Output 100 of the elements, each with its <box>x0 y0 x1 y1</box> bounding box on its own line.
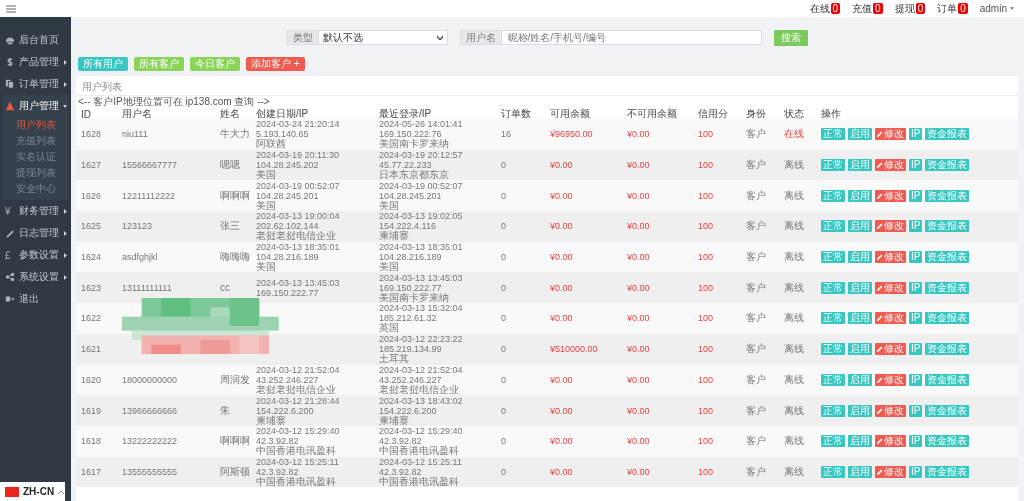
action-button[interactable]: 启用 <box>848 251 872 264</box>
action-button[interactable]: IP <box>909 373 923 386</box>
filter-button[interactable]: 添加客户 + <box>246 57 305 71</box>
counter-link[interactable]: 提现 0 <box>890 1 930 16</box>
action-button[interactable]: IP <box>909 159 923 172</box>
action-button[interactable]: 启用 <box>848 435 872 448</box>
action-button[interactable]: 修改 <box>875 404 906 417</box>
action-button[interactable]: 正常 <box>821 435 845 448</box>
action-button[interactable]: IP <box>909 251 923 264</box>
action-button[interactable]: IP <box>909 343 923 356</box>
submenu-item[interactable]: 安全中心 <box>3 181 68 197</box>
language-select[interactable]: ZH-CN <box>0 482 65 501</box>
sidebar-item[interactable]: 系统设置 <box>0 266 71 288</box>
counter-link[interactable]: 订单 0 <box>933 1 972 16</box>
action-button[interactable]: 资金报表 <box>925 251 970 264</box>
action-button[interactable]: 正常 <box>821 220 845 233</box>
action-button[interactable]: 修改 <box>875 220 906 233</box>
action-button[interactable]: 修改 <box>875 281 906 294</box>
action-button[interactable]: 资金报表 <box>925 281 970 294</box>
action-button[interactable]: IP <box>909 312 923 325</box>
action-button[interactable]: 启用 <box>848 343 872 356</box>
action-button[interactable]: 修改 <box>875 343 906 356</box>
sidebar-item[interactable]: 日志管理 <box>0 222 71 244</box>
submenu-item[interactable]: 提现列表 <box>3 165 68 181</box>
table-cell-text: 1628 <box>81 129 103 140</box>
submenu-item[interactable]: 实名认证 <box>3 149 68 165</box>
status-cell-text: 离线 <box>784 434 805 449</box>
action-button[interactable]: 修改 <box>875 312 906 325</box>
action-button[interactable]: 正常 <box>821 312 845 325</box>
action-button[interactable]: 正常 <box>821 404 845 417</box>
action-button[interactable]: 正常 <box>821 128 845 141</box>
action-button[interactable]: 正常 <box>821 189 845 202</box>
action-button[interactable]: 修改 <box>875 128 906 141</box>
action-button[interactable]: 修改 <box>875 435 906 448</box>
sidebar-item[interactable]: 退出 <box>0 288 71 310</box>
action-button[interactable]: 资金报表 <box>925 373 970 386</box>
action-button[interactable]: 修改 <box>875 373 906 386</box>
action-button[interactable]: 正常 <box>821 251 845 264</box>
action-button[interactable]: 启用 <box>848 312 872 325</box>
sidebar-item[interactable]: 产品管理 <box>0 51 71 73</box>
action-button[interactable]: 资金报表 <box>925 159 970 172</box>
username-field[interactable]: 昵称/姓名/手机号/编号 <box>501 30 762 45</box>
sidebar-item[interactable]: 用户管理 <box>3 95 68 117</box>
action-button[interactable]: 资金报表 <box>925 189 970 202</box>
action-button[interactable]: 启用 <box>848 220 872 233</box>
sidebar-item[interactable]: £ 参数设置 <box>0 244 71 266</box>
action-button[interactable]: 资金报表 <box>925 128 970 141</box>
counter-link[interactable]: 充值 0 <box>848 1 887 16</box>
action-button[interactable]: 正常 <box>821 159 845 172</box>
action-button[interactable]: 资金报表 <box>925 435 970 448</box>
user-menu[interactable]: admin <box>975 3 1018 14</box>
action-button[interactable]: IP <box>909 435 923 448</box>
column-header: 不可用余额 <box>627 107 678 121</box>
action-button[interactable]: IP <box>909 465 923 478</box>
table-cell-text: 100 <box>698 313 715 324</box>
action-button[interactable]: 启用 <box>848 128 872 141</box>
table-cell-text: ¥0.00 <box>550 190 574 201</box>
action-button[interactable]: IP <box>909 128 923 141</box>
sidebar-item[interactable]: 后台首页 <box>0 29 71 51</box>
action-button[interactable]: 正常 <box>821 373 845 386</box>
action-button[interactable]: 启用 <box>848 404 872 417</box>
action-button[interactable]: 正常 <box>821 343 845 356</box>
submenu-item[interactable]: 用户列表 <box>3 117 68 133</box>
action-button[interactable]: 启用 <box>848 465 872 478</box>
action-button[interactable]: IP <box>909 281 923 294</box>
action-button[interactable]: 正常 <box>821 465 845 478</box>
action-button[interactable]: IP <box>909 404 923 417</box>
created-info: 老挝老挝电信企业 <box>256 384 337 395</box>
action-button[interactable]: 启用 <box>848 373 872 386</box>
action-button[interactable]: 启用 <box>848 281 872 294</box>
table-cell-text: 周润发 <box>220 372 251 387</box>
table-cell-text: 牛大力 <box>220 127 251 142</box>
action-button[interactable]: 正常 <box>821 281 845 294</box>
sidebar-item[interactable]: 订单管理 <box>0 73 71 95</box>
sidebar-item[interactable]: ¥ 财务管理 <box>0 200 71 222</box>
login-info: 154.222.4.116 <box>379 221 437 232</box>
search-button[interactable]: 搜索 <box>773 30 808 46</box>
type-select[interactable]: 默认不选 <box>318 30 448 45</box>
action-button[interactable]: 启用 <box>848 159 872 172</box>
action-button[interactable]: 资金报表 <box>925 343 970 356</box>
action-button[interactable]: 修改 <box>875 159 906 172</box>
action-button[interactable]: 修改 <box>875 465 906 478</box>
filter-button[interactable]: 今日客户 <box>190 57 240 71</box>
action-button[interactable]: 启用 <box>848 189 872 202</box>
menu-icon[interactable] <box>6 4 16 13</box>
action-button[interactable]: 资金报表 <box>925 465 970 478</box>
action-button[interactable]: IP <box>909 220 923 233</box>
flag-icon <box>5 486 19 497</box>
table-cell-text: 13222222222 <box>122 436 179 447</box>
login-info: 2024-03-12 21:52:04 <box>379 364 464 375</box>
action-button[interactable]: 资金报表 <box>925 404 970 417</box>
action-button[interactable]: 修改 <box>875 251 906 264</box>
created-info: 104.28.216.189 <box>256 252 320 263</box>
filter-button[interactable]: 所有客户 <box>134 57 184 71</box>
action-button[interactable]: IP <box>909 189 923 202</box>
filter-button[interactable]: 所有用户 <box>78 57 128 71</box>
action-button[interactable]: 修改 <box>875 189 906 202</box>
action-button[interactable]: 资金报表 <box>925 220 970 233</box>
action-button[interactable]: 资金报表 <box>925 312 970 325</box>
counter-link[interactable]: 在线 0 <box>805 1 845 16</box>
